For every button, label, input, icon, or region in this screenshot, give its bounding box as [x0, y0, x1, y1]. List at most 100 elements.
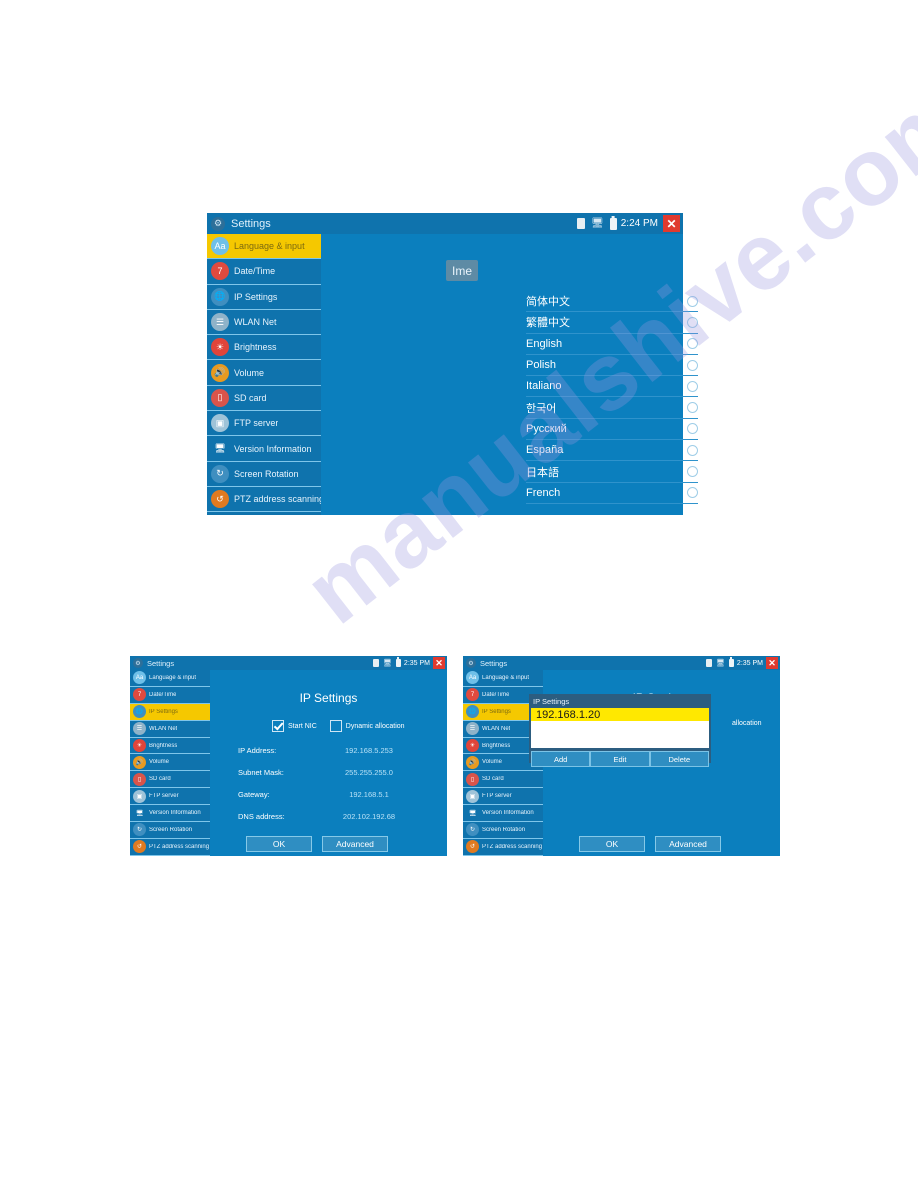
radio-icon[interactable] — [687, 487, 698, 499]
sidebar-item-ptz-address-scanning[interactable]: ↺ PTZ address scanning — [463, 838, 543, 856]
dns-address-value[interactable]: 202.102.192.68 — [300, 812, 438, 821]
sim-card-icon — [577, 218, 586, 229]
radio-icon[interactable] — [687, 359, 698, 371]
sidebar-item-language-input[interactable]: Aa Language & input — [130, 670, 210, 687]
sidebar-item-volume[interactable]: 🔊 Volume — [207, 360, 321, 386]
wifi-icon: ☰ — [211, 313, 229, 332]
language-label: 한국어 — [526, 402, 557, 415]
speaker-icon: 🔊 — [466, 755, 479, 769]
ip-address-value[interactable]: 192.168.5.253 — [300, 746, 438, 755]
sidebar-item-language-input[interactable]: Aa Language & input — [463, 670, 543, 687]
radio-icon[interactable] — [687, 466, 698, 478]
edit-button[interactable]: Edit — [590, 751, 650, 767]
sidebar-item-label: PTZ address scanning — [234, 494, 321, 505]
sidebar-item-sd-card[interactable]: ▯ SD card — [207, 385, 321, 412]
list-item[interactable]: 한국어 — [526, 397, 698, 419]
sidebar-item-date-time[interactable]: 7 Date/Time — [130, 686, 210, 704]
radio-icon[interactable] — [687, 444, 698, 456]
list-item[interactable]: Italiano — [526, 376, 698, 398]
subnet-mask-value[interactable]: 255.255.255.0 — [300, 768, 438, 777]
list-item[interactable]: 192.168.1.20 — [531, 708, 709, 721]
sidebar-item-brightness[interactable]: ☀ Brightness — [130, 737, 210, 755]
sidebar-item-label: Version Information — [149, 810, 201, 817]
close-icon[interactable]: ✕ — [766, 657, 778, 669]
sidebar-item-label: FTP server — [234, 418, 279, 429]
monitor-icon: 🖥 — [135, 810, 144, 817]
sidebar-item-brightness[interactable]: ☀ Brightness — [207, 335, 321, 361]
sidebar-item-language-input[interactable]: Aa Language & input — [207, 234, 321, 260]
ip-settings-dialog-screen: ⚙ Settings 🖥 2:35 PM ✕ Aa Language & inp… — [463, 656, 780, 856]
close-icon[interactable]: ✕ — [433, 657, 445, 669]
start-nic-checkbox[interactable] — [272, 720, 284, 732]
sidebar-item-version-information[interactable]: 🖥 Version Information — [463, 805, 543, 823]
sidebar-item-ip-settings[interactable]: 🌐 IP Settings — [130, 703, 210, 721]
sidebar-item-ptz-address-scanning[interactable]: ↺ PTZ address scanning — [207, 486, 321, 513]
radio-icon[interactable] — [687, 338, 698, 350]
tab-ime[interactable]: Ime — [446, 260, 478, 281]
sidebar-item-screen-rotation[interactable]: ↻ Screen Rotation — [463, 822, 543, 839]
sidebar-item-screen-rotation[interactable]: ↻ Screen Rotation — [130, 822, 210, 839]
sidebar-item-version-information[interactable]: 🖥 Version Information — [130, 805, 210, 823]
sidebar-item-volume[interactable]: 🔊 Volume — [130, 754, 210, 772]
ok-button[interactable]: OK — [579, 836, 645, 852]
sidebar: Aa Language & input 7 Date/Time 🌐 IP Set… — [207, 234, 321, 515]
sidebar-item-ftp-server[interactable]: ▣ FTP server — [207, 411, 321, 437]
battery-icon — [395, 659, 401, 667]
add-button[interactable]: Add — [531, 751, 591, 767]
sidebar-item-sd-card[interactable]: ▯ SD card — [463, 771, 543, 789]
speaker-icon: 🔊 — [211, 363, 229, 382]
dynamic-allocation-checkbox[interactable] — [329, 720, 342, 732]
sidebar-item-label: WLAN Net — [482, 725, 511, 732]
advanced-button[interactable]: Advanced — [655, 836, 721, 852]
advanced-button[interactable]: Advanced — [322, 836, 388, 852]
screen-body: Aa Language & input 7 Date/Time 🌐 IP Set… — [130, 670, 447, 856]
sidebar-item-ip-settings[interactable]: 🌐 IP Settings — [207, 284, 321, 310]
sidebar-item-label: Brightness — [234, 342, 277, 353]
sidebar-item-screen-rotation[interactable]: ↻ Screen Rotation — [207, 461, 321, 487]
list-item[interactable]: Polish — [526, 355, 698, 377]
gear-icon: ⚙ — [211, 216, 225, 231]
list-item[interactable]: English — [526, 334, 698, 355]
sidebar-item-ftp-server[interactable]: ▣ FTP server — [130, 788, 210, 806]
titlebar: ⚙ Settings 🖥 2:35 PM ✕ — [463, 656, 780, 670]
ip-settings-pane: IP Settings Start NIC Dynamic allocation… — [210, 670, 447, 856]
delete-button[interactable]: Delete — [649, 751, 709, 767]
radio-icon[interactable] — [687, 295, 698, 307]
close-icon[interactable]: ✕ — [663, 215, 680, 232]
status-icons: 🖥 2:35 PM ✕ — [706, 657, 778, 669]
sidebar-item-ptz-address-scanning[interactable]: ↺ PTZ address scanning — [130, 838, 210, 856]
sidebar-item-label: Date/Time — [149, 691, 177, 698]
server-icon: ▣ — [466, 789, 479, 803]
ptz-scan-icon: ↺ — [466, 840, 479, 854]
radio-icon[interactable] — [687, 402, 698, 414]
list-item[interactable]: 繁體中文 — [526, 312, 698, 334]
sidebar-item-wlan-net[interactable]: ☰ WLAN Net — [207, 309, 321, 336]
wifi-icon: ☰ — [133, 722, 146, 736]
sidebar-item-ftp-server[interactable]: ▣ FTP server — [463, 788, 543, 806]
battery-icon — [609, 217, 617, 230]
field-ip-address: IP Address: 192.168.5.253 — [238, 746, 438, 755]
list-item[interactable]: 简体中文 — [526, 291, 698, 313]
sidebar-item-date-time[interactable]: 7 Date/Time — [207, 259, 321, 285]
ok-button[interactable]: OK — [246, 836, 312, 852]
gear-icon: ⚙ — [133, 658, 143, 668]
radio-icon[interactable] — [687, 316, 698, 328]
list-item[interactable]: Русский — [526, 419, 698, 441]
rotate-icon: ↻ — [133, 823, 146, 837]
list-item[interactable]: España — [526, 440, 698, 462]
server-icon: ▣ — [133, 789, 146, 803]
status-icons: 🖥 2:35 PM ✕ — [373, 657, 445, 669]
titlebar: ⚙ Settings 🖥 2:24 PM ✕ — [207, 213, 683, 234]
sidebar-item-version-information[interactable]: 🖥 Version Information — [207, 436, 321, 462]
field-subnet-mask: Subnet Mask: 255.255.255.0 — [238, 768, 438, 777]
sidebar-item-wlan-net[interactable]: ☰ WLAN Net — [130, 720, 210, 738]
wifi-icon: ☰ — [466, 722, 479, 736]
list-item[interactable]: French — [526, 483, 698, 504]
radio-icon[interactable] — [687, 423, 698, 435]
radio-icon[interactable] — [687, 380, 698, 392]
sidebar-item-sd-card[interactable]: ▯ SD card — [130, 771, 210, 789]
gateway-value[interactable]: 192.168.5.1 — [300, 790, 438, 799]
list-item[interactable]: 日本語 — [526, 461, 698, 483]
ip-entry-list: 192.168.1.20 — [531, 708, 709, 748]
speaker-icon: 🔊 — [133, 755, 146, 769]
